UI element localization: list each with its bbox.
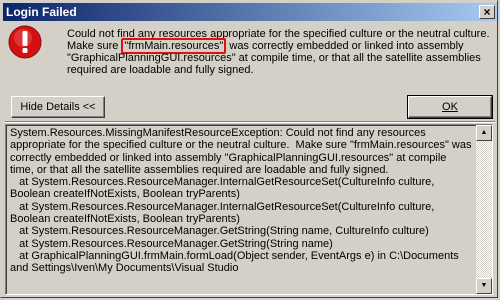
ok-button-label: OK <box>442 101 458 113</box>
scroll-down-arrow-icon[interactable]: ▼ <box>476 278 492 294</box>
divider <box>5 121 495 123</box>
login-failed-dialog: Login Failed × Could not find any resour… <box>0 0 498 298</box>
scroll-up-arrow-icon[interactable]: ▲ <box>476 125 492 141</box>
ok-button[interactable]: OK <box>407 95 493 119</box>
error-icon <box>8 25 42 59</box>
message-line: Make sure "frmMain.resources" was correc… <box>67 38 464 54</box>
message-line: "GraphicalPlanningGUI.resources" at comp… <box>67 52 481 64</box>
details-textbox[interactable]: System.Resources.MissingManifestResource… <box>5 124 493 295</box>
window-title: Login Failed <box>6 5 77 19</box>
close-button[interactable]: × <box>479 5 495 19</box>
vertical-scrollbar[interactable]: ▲ ▼ <box>476 125 492 294</box>
title-bar[interactable]: Login Failed × <box>3 3 497 21</box>
exception-details-text: System.Resources.MissingManifestResource… <box>10 127 472 275</box>
message-line: required are loadable and fully signed. <box>67 64 254 76</box>
error-message: Could not find any resources appropriate… <box>67 28 497 76</box>
hide-details-button[interactable]: Hide Details << <box>11 96 105 118</box>
